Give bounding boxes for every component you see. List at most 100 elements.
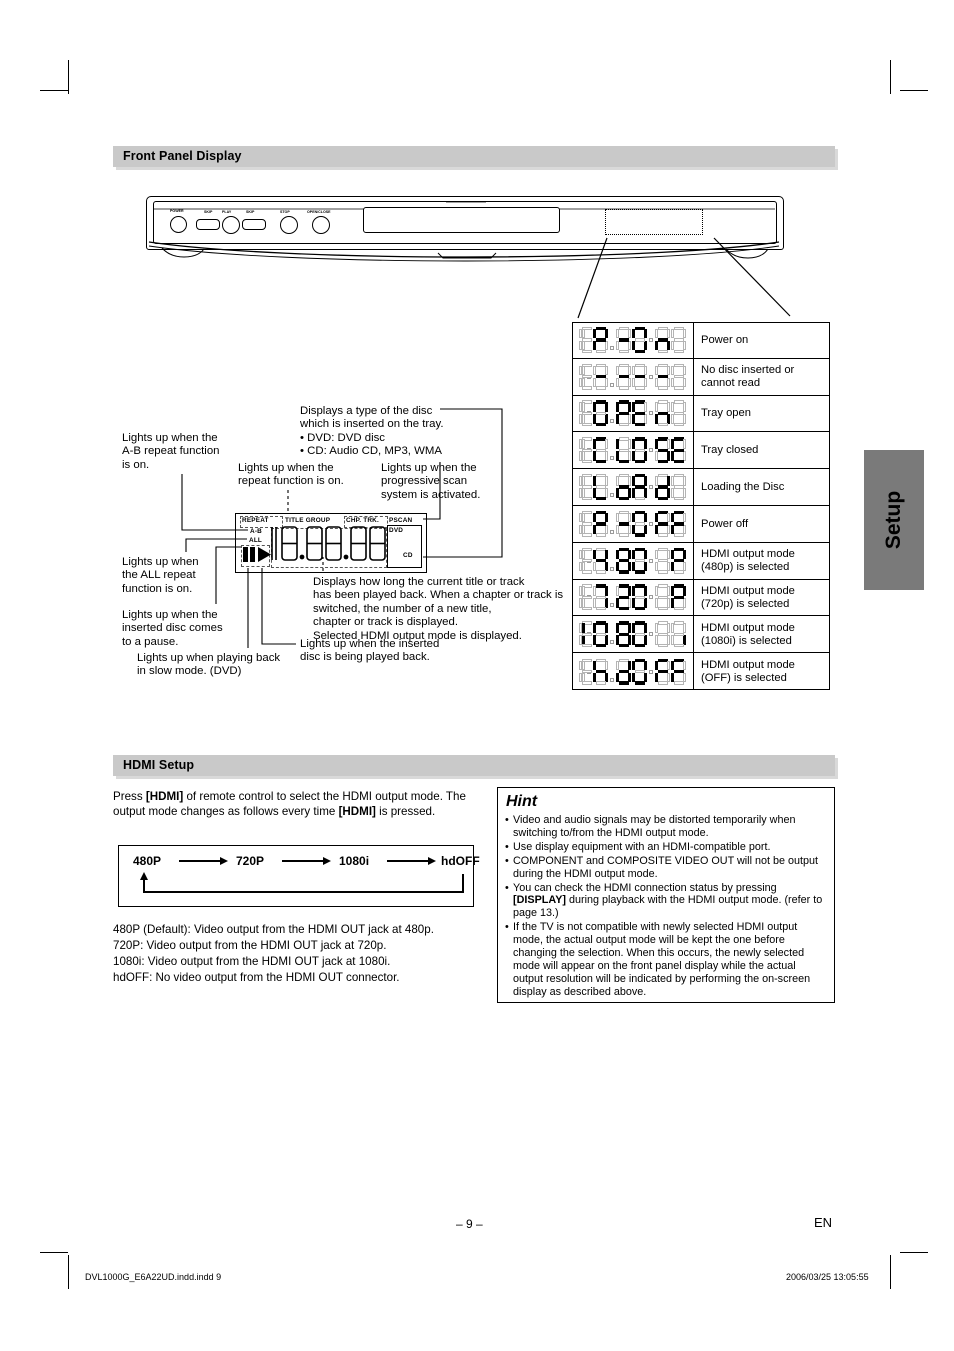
segment-f xyxy=(616,586,620,596)
seven-segment-digit xyxy=(671,658,686,685)
segment-d xyxy=(595,570,606,574)
seven-segment-digit xyxy=(632,400,647,427)
display-status-text: Tray open xyxy=(701,407,751,420)
seven-segment-digit xyxy=(593,658,608,685)
side-tab-setup: Setup xyxy=(864,450,924,590)
seven-segment-digit xyxy=(632,474,647,501)
segment-b xyxy=(666,512,670,523)
seven-segment-digit xyxy=(655,400,670,427)
display-status-text: HDMI output mode (OFF) is selected xyxy=(701,658,795,685)
segment-b xyxy=(666,328,670,339)
display-status-row: HDMI output mode (480p) is selected xyxy=(572,542,830,580)
crop-mark-top-left-v xyxy=(68,60,69,94)
segment-g xyxy=(618,338,629,342)
segment-f xyxy=(655,365,659,376)
segment-e xyxy=(671,524,675,535)
segment-e xyxy=(632,561,636,572)
segment-d xyxy=(657,533,668,537)
segment-d xyxy=(581,496,592,501)
vfd-label-pscan: PSCAN xyxy=(389,517,413,524)
segment-f xyxy=(655,476,659,486)
segment-f xyxy=(671,402,675,412)
segment-d xyxy=(595,607,606,611)
language-mark: EN xyxy=(814,1215,833,1230)
segment-e xyxy=(616,561,620,572)
power-button[interactable] xyxy=(170,216,187,233)
callout-time-display: Displays how long the current title or t… xyxy=(313,576,564,642)
segment-b xyxy=(682,512,686,523)
vfd-label-ab: A-B xyxy=(250,528,262,535)
segment-dot xyxy=(649,558,653,563)
display-status-description: Tray closed xyxy=(694,432,830,468)
segment-f xyxy=(655,439,659,449)
segment-g xyxy=(634,411,645,416)
segment-e xyxy=(632,414,636,424)
flow-loop-right xyxy=(462,874,465,893)
segment-dot xyxy=(610,419,614,424)
segment-f xyxy=(616,439,620,449)
seven-segment-digit xyxy=(579,584,592,611)
skip-back-button[interactable] xyxy=(196,219,220,230)
segment-g xyxy=(618,411,629,416)
stop-button[interactable] xyxy=(280,216,298,234)
seven-segment-digit xyxy=(593,584,608,611)
segment-g xyxy=(673,411,684,416)
segment-b xyxy=(643,365,647,376)
seven-segment-digit xyxy=(593,437,608,464)
segment-e xyxy=(655,524,659,535)
segment-group xyxy=(579,547,686,574)
segment-group xyxy=(579,621,686,648)
segment-f xyxy=(579,586,583,596)
seven-segment-digit xyxy=(655,621,670,648)
segment-b xyxy=(682,549,686,560)
skip-forward-button[interactable] xyxy=(242,219,266,230)
section-title-hdmi-setup: HDMI Setup xyxy=(123,758,195,772)
open-close-button[interactable] xyxy=(312,216,330,234)
segment-b xyxy=(643,402,647,412)
display-status-row: HDMI output mode (1080i) is selected xyxy=(572,616,830,654)
seven-segment-digit xyxy=(616,584,631,611)
flow-arrow-1-head xyxy=(220,857,228,865)
segment-d xyxy=(618,386,629,390)
segment-f xyxy=(616,365,620,376)
segment-b xyxy=(627,439,631,449)
segment-g xyxy=(634,448,645,452)
segment-e xyxy=(671,377,675,388)
segment-group xyxy=(579,510,686,537)
segment-e xyxy=(671,598,675,608)
segment-g xyxy=(618,632,629,636)
power-button-label: POWER xyxy=(170,209,184,213)
segment-d xyxy=(618,607,629,611)
segment-d xyxy=(673,643,684,648)
callout-slow: Lights up when playing back in slow mode… xyxy=(137,652,281,678)
hint-title: Hint xyxy=(506,793,538,810)
segment-f xyxy=(671,623,675,633)
vfd-label-title-group: TITLE GROUP xyxy=(285,517,331,524)
segment-b xyxy=(643,476,647,486)
segment-b xyxy=(666,586,670,596)
segment-e xyxy=(593,561,597,572)
segment-e xyxy=(671,340,675,351)
seven-segment-digit xyxy=(632,584,647,611)
segment-dot xyxy=(649,337,653,342)
segment-dot xyxy=(610,640,614,645)
skip-forward-label: SKIP xyxy=(246,210,255,214)
segment-f xyxy=(616,623,620,633)
seven-segment-digit xyxy=(593,547,608,574)
segment-g xyxy=(634,338,645,342)
segment-d xyxy=(657,423,668,427)
segment-g xyxy=(581,448,592,452)
segment-g xyxy=(595,595,606,600)
open-close-label: OPEN/CLOSE xyxy=(307,210,331,214)
display-status-row: Power off xyxy=(572,505,830,543)
segment-g xyxy=(657,669,668,674)
segment-g xyxy=(673,632,684,636)
segment-d xyxy=(618,349,629,353)
seven-segment-digit xyxy=(671,510,686,537)
play-button[interactable] xyxy=(222,216,240,234)
segment-e xyxy=(593,672,597,683)
segment-f xyxy=(593,586,597,596)
segment-d xyxy=(618,681,629,685)
segment-g xyxy=(618,485,629,489)
segment-g xyxy=(595,374,606,379)
